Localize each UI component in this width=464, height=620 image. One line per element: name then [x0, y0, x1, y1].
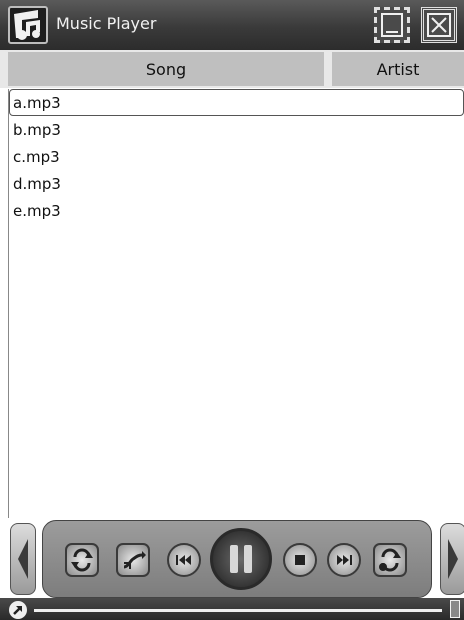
- repeat-icon: [71, 548, 93, 572]
- song-column-header[interactable]: Song: [8, 52, 324, 86]
- playback-controls: [0, 518, 464, 598]
- scroll-right-button[interactable]: [440, 523, 464, 595]
- song-row[interactable]: e.mp3: [9, 197, 464, 224]
- pause-icon: [230, 545, 252, 573]
- song-list: a.mp3 b.mp3 c.mp3 d.mp3 e.mp3: [8, 89, 464, 519]
- song-row[interactable]: d.mp3: [9, 170, 464, 197]
- close-icon: [427, 13, 451, 37]
- shuffle-icon: [123, 551, 146, 569]
- close-button[interactable]: [421, 7, 457, 43]
- progress-track[interactable]: [34, 609, 442, 612]
- music-player-logo-icon: [8, 6, 48, 44]
- app-title: Music Player: [56, 14, 157, 33]
- artist-column-header[interactable]: Artist: [332, 52, 464, 86]
- minimize-button[interactable]: [374, 7, 410, 43]
- minimize-icon: [381, 13, 403, 37]
- status-bar: [0, 598, 464, 620]
- control-panel: [42, 520, 432, 598]
- play-pause-button[interactable]: [210, 528, 272, 590]
- repeat-one-button[interactable]: [373, 543, 407, 577]
- shuffle-button[interactable]: [116, 543, 150, 577]
- next-track-button[interactable]: [327, 543, 361, 577]
- arrow-up-right-icon[interactable]: [9, 601, 27, 619]
- repeat-button[interactable]: [65, 543, 99, 577]
- song-row[interactable]: b.mp3: [9, 116, 464, 143]
- previous-track-button[interactable]: [167, 543, 201, 577]
- right-arrow-icon: [448, 539, 458, 579]
- song-row[interactable]: c.mp3: [9, 143, 464, 170]
- stop-button[interactable]: [283, 543, 317, 577]
- song-row[interactable]: a.mp3: [9, 89, 464, 116]
- battery-icon: [450, 600, 460, 618]
- column-header-bar: Song Artist: [0, 50, 464, 88]
- left-arrow-icon: [18, 539, 28, 579]
- next-track-icon: [337, 555, 352, 565]
- scroll-left-button[interactable]: [10, 523, 36, 595]
- stop-icon: [295, 555, 305, 565]
- repeat-one-icon: [379, 548, 401, 572]
- title-bar: Music Player: [0, 0, 464, 50]
- previous-track-icon: [176, 555, 191, 565]
